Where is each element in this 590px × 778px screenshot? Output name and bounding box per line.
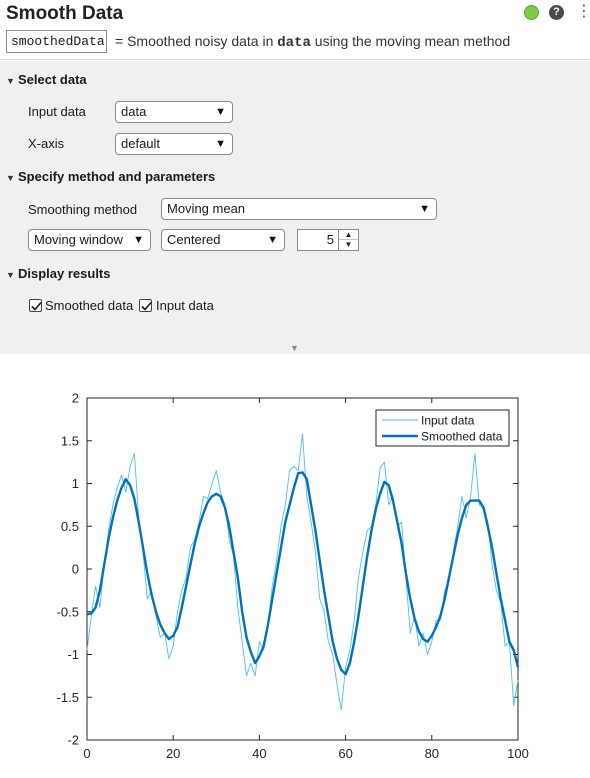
x-tick-label: 60 bbox=[338, 746, 352, 761]
spinner-buttons: ▲ ▼ bbox=[338, 230, 358, 250]
y-tick-label: 0.5 bbox=[61, 519, 79, 534]
task-controls-panel: ▼ Select data Input data data ▼ X-axis def… bbox=[0, 61, 590, 354]
x-tick-label: 20 bbox=[166, 746, 180, 761]
window-type-dropdown[interactable]: Moving window ▼ bbox=[28, 229, 151, 251]
checkmark-icon bbox=[141, 301, 152, 311]
smoothing-method-label: Smoothing method bbox=[28, 202, 138, 217]
live-editor-task-header: Smooth Data ? ⋮ smoothedData = Smoothed … bbox=[0, 0, 590, 60]
window-position-dropdown[interactable]: Centered ▼ bbox=[161, 229, 285, 251]
window-size-spinner[interactable]: 5 ▲ ▼ bbox=[297, 229, 359, 251]
help-icon[interactable]: ? bbox=[549, 5, 564, 20]
dropdown-arrow-icon: ▼ bbox=[215, 106, 226, 118]
x-tick-label: 80 bbox=[425, 746, 439, 761]
y-tick-label: -2 bbox=[67, 733, 79, 748]
dropdown-arrow-icon: ▼ bbox=[133, 234, 144, 246]
input-data-checkbox-label[interactable]: Input data bbox=[156, 298, 214, 313]
spinner-up-icon[interactable]: ▲ bbox=[339, 230, 358, 240]
x-axis-label: X-axis bbox=[28, 136, 65, 151]
summary-suffix: using the moving mean method bbox=[310, 33, 511, 49]
x-tick-label: 100 bbox=[507, 746, 529, 761]
spinner-value[interactable]: 5 bbox=[327, 232, 334, 247]
dropdown-arrow-icon: ▼ bbox=[267, 234, 278, 246]
task-summary: = Smoothed noisy data in data using the … bbox=[115, 33, 510, 51]
collapse-caret-icon[interactable]: ▼ bbox=[6, 270, 18, 280]
y-tick-label: -0.5 bbox=[57, 604, 79, 619]
input-data-label: Input data bbox=[28, 104, 86, 119]
status-indicator-icon[interactable] bbox=[524, 5, 539, 20]
section-select-data[interactable]: ▼ Select data bbox=[6, 72, 87, 87]
collapse-caret-icon[interactable]: ▼ bbox=[6, 76, 18, 86]
dropdown-value: Moving window bbox=[34, 232, 123, 247]
summary-prefix: = Smoothed noisy data in bbox=[115, 33, 278, 49]
section-heading: Display results bbox=[18, 266, 111, 281]
output-figure: 0 20 40 60 80 100 2 1.5 1 0.5 0 -0.5 -1 -1.5 -2 Input d… bbox=[0, 354, 590, 773]
smoothing-plot[interactable]: 0 20 40 60 80 100 2 1.5 1 0.5 0 -0.5 -1 -1.5 -2 Input d… bbox=[0, 354, 590, 773]
y-tick-label: -1.5 bbox=[57, 690, 79, 705]
smoothed-data-checkbox[interactable] bbox=[29, 299, 42, 312]
dropdown-arrow-icon: ▼ bbox=[419, 203, 430, 215]
checkmark-icon bbox=[31, 301, 42, 311]
summary-code: data bbox=[277, 35, 311, 51]
spinner-down-icon[interactable]: ▼ bbox=[339, 240, 358, 250]
y-tick-label: -1 bbox=[67, 647, 79, 662]
collapse-caret-icon[interactable]: ▼ bbox=[6, 173, 18, 183]
expand-panel-icon[interactable]: ▼ bbox=[290, 343, 299, 353]
more-options-icon[interactable]: ⋮ bbox=[576, 2, 590, 22]
x-tick-label: 0 bbox=[83, 746, 90, 761]
y-tick-label: 1.5 bbox=[61, 433, 79, 448]
legend-entry: Input data bbox=[421, 414, 475, 428]
output-variable-field[interactable]: smoothedData bbox=[6, 30, 107, 53]
legend-entry: Smoothed data bbox=[421, 430, 503, 444]
dropdown-arrow-icon: ▼ bbox=[215, 138, 226, 150]
section-display-results[interactable]: ▼ Display results bbox=[6, 266, 111, 281]
y-tick-label: 0 bbox=[72, 562, 79, 577]
task-title: Smooth Data bbox=[6, 3, 124, 24]
input-data-checkbox[interactable] bbox=[139, 299, 152, 312]
x-tick-label: 40 bbox=[252, 746, 266, 761]
dropdown-value: Moving mean bbox=[167, 201, 246, 216]
plot-axes-box bbox=[86, 397, 519, 741]
x-axis-dropdown[interactable]: default ▼ bbox=[115, 133, 233, 155]
y-tick-label: 2 bbox=[72, 391, 79, 406]
y-tick-label: 1 bbox=[72, 476, 79, 491]
section-method[interactable]: ▼ Specify method and parameters bbox=[6, 169, 215, 184]
dropdown-value: data bbox=[121, 104, 147, 119]
smoothed-data-label[interactable]: Smoothed data bbox=[45, 298, 133, 313]
smoothing-method-dropdown[interactable]: Moving mean ▼ bbox=[161, 198, 437, 220]
section-heading: Select data bbox=[18, 72, 87, 87]
dropdown-value: default bbox=[121, 136, 161, 151]
dropdown-value: Centered bbox=[167, 232, 221, 247]
section-heading: Specify method and parameters bbox=[18, 169, 216, 184]
input-data-dropdown[interactable]: data ▼ bbox=[115, 101, 233, 123]
